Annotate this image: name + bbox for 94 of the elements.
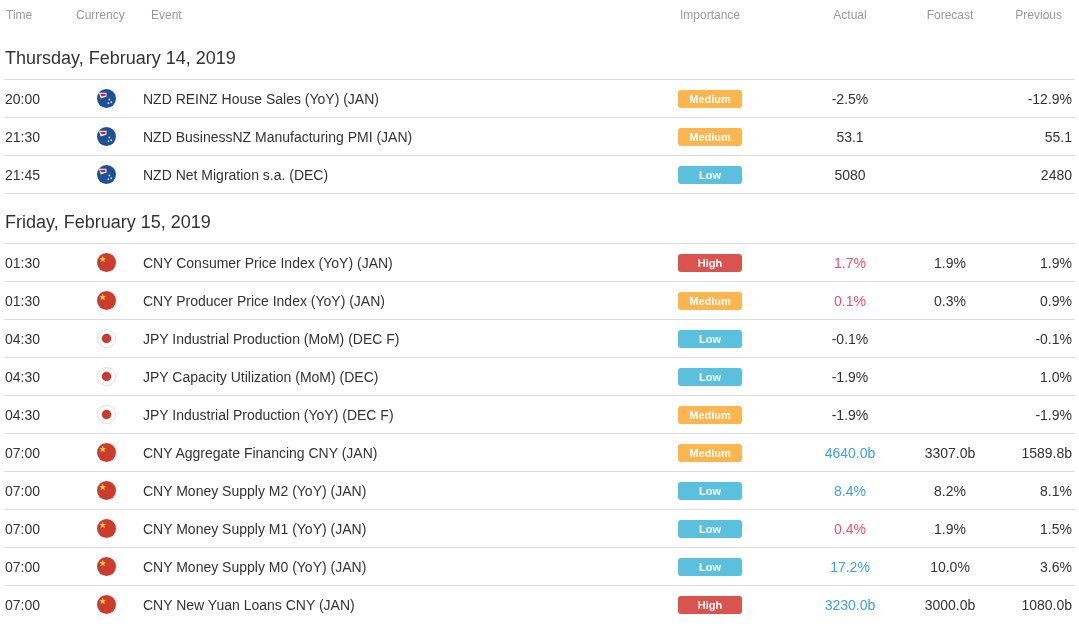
importance-badge: High [678,595,742,614]
event-name: CNY Producer Price Index (YoY) (JAN) [142,292,386,309]
importance-badge: Low [678,165,742,184]
flag-icon [97,291,116,310]
day-heading: Friday, February 15, 2019 [4,194,1075,244]
importance-badge: Medium [678,89,742,108]
column-header: Previous [1015,8,1063,22]
time-cell-text: 01:30 [5,254,42,271]
event-name: JPY Industrial Production (MoM) (DEC F) [142,330,401,347]
time-cell-text: 21:30 [5,128,42,145]
time-cell-text: 07:00 [5,558,42,575]
column-header: Importance [680,8,740,22]
flag-icon [97,367,116,386]
actual-value: 0.4% [834,520,866,537]
previous-value: 1.0% [1040,368,1072,385]
time-cell-text: 07:00 [5,520,42,537]
flag-icon [97,253,116,272]
forecast-value: 1.9% [934,254,966,271]
event-name: NZD REINZ House Sales (YoY) (JAN) [142,90,380,107]
time-cell-text: 04:30 [5,406,42,423]
flag-icon [97,481,116,500]
time-cell-text: 04:30 [5,368,42,385]
flag-icon [97,405,116,424]
actual-value: 0.1% [834,292,866,309]
event-name: NZD Net Migration s.a. (DEC) [142,166,330,183]
flag-icon [97,127,116,146]
importance-badge: Low [678,481,742,500]
time-cell-text: 20:00 [5,90,42,107]
day-heading: Thursday, February 14, 2019 [4,30,1075,80]
importance-badge: Low [678,519,742,538]
forecast-value: 8.2% [934,482,966,499]
actual-value: -2.5% [831,90,869,107]
previous-value: 8.1% [1040,482,1072,499]
column-header: Event [150,8,182,22]
flag-icon [97,595,116,614]
event-name: CNY Money Supply M2 (YoY) (JAN) [142,482,368,499]
actual-value: 1.7% [834,254,866,271]
forecast-value: 10.0% [930,558,970,575]
previous-value: 3.6% [1040,558,1072,575]
event-name: CNY Consumer Price Index (YoY) (JAN) [142,254,394,271]
previous-value: 2480 [1040,166,1072,183]
time-cell-text: 21:45 [5,166,42,183]
previous-value: 0.9% [1040,292,1072,309]
importance-badge: Medium [678,291,742,310]
time-cell-text: 04:30 [5,330,42,347]
time-cell-text: 07:00 [5,444,42,461]
column-header: Currency [75,8,125,22]
previous-value: 1.9% [1040,254,1072,271]
previous-value: 55.1 [1044,128,1072,145]
column-header: Actual [833,8,867,22]
event-name: JPY Capacity Utilization (MoM) (DEC) [142,368,380,385]
time-cell-text: 01:30 [5,292,42,309]
importance-badge: Low [678,367,742,386]
previous-value: 1080.0b [1021,596,1072,613]
forecast-value: 1.9% [934,520,966,537]
importance-badge: Medium [678,405,742,424]
actual-value: -1.9% [831,368,869,385]
column-header: Forecast [926,8,974,22]
importance-badge: High [678,253,742,272]
importance-badge: Medium [678,127,742,146]
actual-value: -0.1% [831,330,869,347]
actual-value: 3230.0b [824,596,876,613]
importance-badge: Low [678,557,742,576]
actual-value: 17.2% [830,558,870,575]
event-name: CNY Aggregate Financing CNY (JAN) [142,444,379,461]
time-cell-text: 07:00 [5,596,42,613]
flag-icon [97,89,116,108]
event-name: JPY Industrial Production (YoY) (DEC F) [142,406,395,423]
previous-value: 1.5% [1040,520,1072,537]
forecast-value: 3000.0b [924,596,976,613]
importance-badge: Medium [678,443,742,462]
actual-value: 4640.0b [824,444,876,461]
forecast-value: 3307.0b [924,444,976,461]
event-name: CNY Money Supply M1 (YoY) (JAN) [142,520,368,537]
column-header: Time [5,8,33,22]
event-name: CNY New Yuan Loans CNY (JAN) [142,596,356,613]
actual-value: -1.9% [831,406,869,423]
flag-icon [97,557,116,576]
previous-value: 1589.8b [1021,444,1072,461]
flag-icon [97,519,116,538]
previous-value: -1.9% [1035,406,1072,423]
flag-icon [97,165,116,184]
time-cell-text: 07:00 [5,482,42,499]
previous-value: -12.9% [1027,90,1072,107]
flag-icon [97,329,116,348]
importance-badge: Low [678,329,742,348]
flag-icon [97,443,116,462]
forecast-value: 0.3% [934,292,966,309]
event-name: CNY Money Supply M0 (YoY) (JAN) [142,558,368,575]
previous-value: -0.1% [1035,330,1072,347]
event-name: NZD BusinessNZ Manufacturing PMI (JAN) [142,128,414,145]
actual-value: 53.1 [836,128,864,145]
actual-value: 8.4% [834,482,866,499]
actual-value: 5080 [834,166,866,183]
